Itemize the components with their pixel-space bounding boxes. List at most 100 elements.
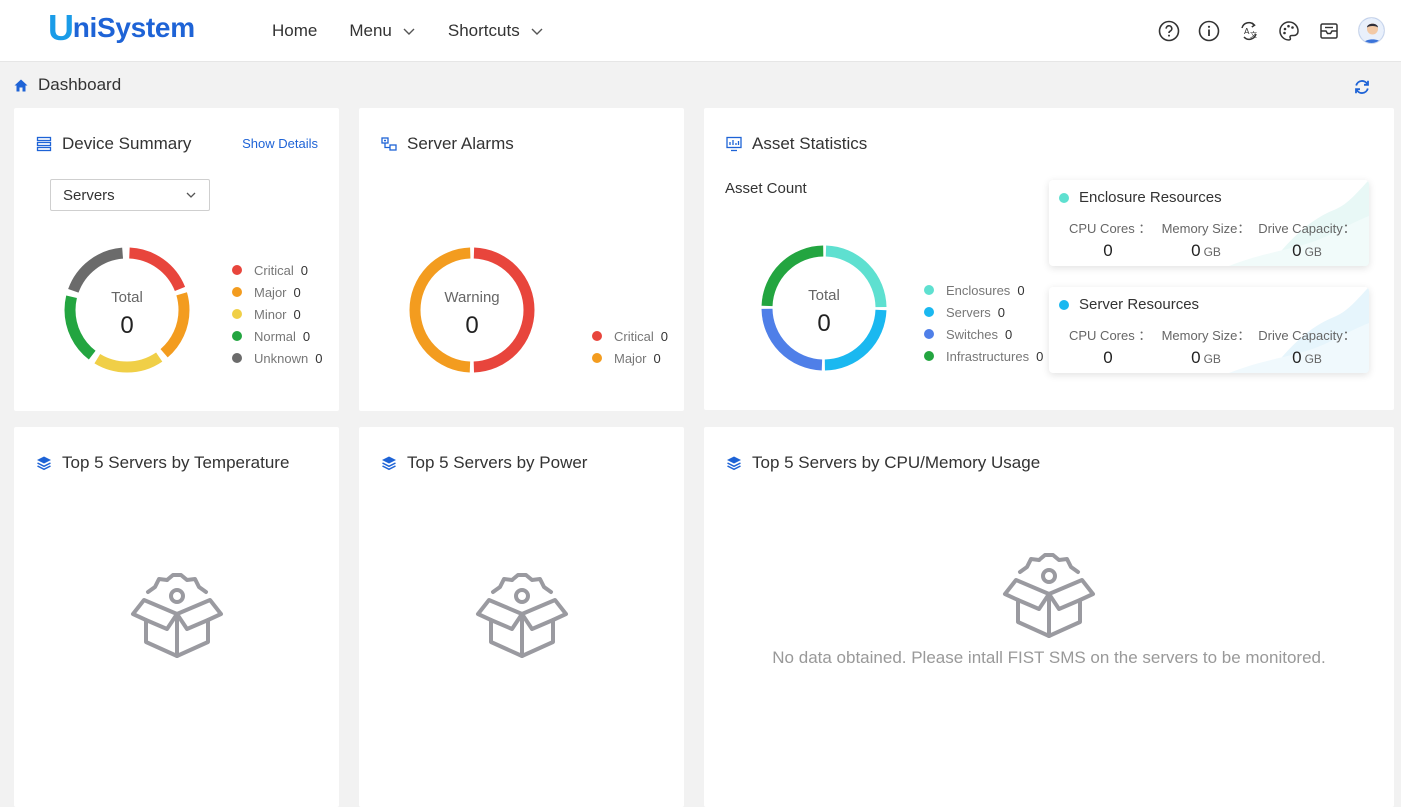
enclosure-memory-size: Memory Size： 0 GB [1161,218,1251,261]
legend-dot [232,353,242,363]
drive-capacity-unit: GB [1304,245,1322,259]
cpu-cores-value: 0 [1103,348,1113,367]
cpu-cores-label: CPU Cores ： [1069,328,1152,343]
legend-value: 0 [315,350,323,366]
home-icon[interactable] [14,79,28,92]
center-value: 0 [465,312,479,339]
server-memory-size: Memory Size： 0 GB [1161,325,1251,368]
legend-name: Unknown [254,350,309,366]
legend-name: Minor [254,306,287,322]
nav-shortcuts-label: Shortcuts [447,21,520,40]
unisystem-logo[interactable]: UniSystem [48,7,195,48]
memory-size-unit: GB [1203,245,1221,259]
drive-capacity-value: 0 [1292,241,1302,260]
legend-dot [924,329,934,339]
empty-box-icon [1003,553,1095,638]
legend-dot [592,331,602,341]
breadcrumb: Dashboard [14,75,121,95]
help-circle-icon[interactable] [1158,20,1180,42]
legend-item[interactable]: Servers 0 [924,301,1043,323]
device-list-icon [36,136,52,152]
asset-count-legend: Enclosures 0 Servers 0 Switches 0 Infrastru… [924,279,1043,367]
palette-icon[interactable] [1278,20,1300,42]
legend-item[interactable]: Critical 0 [232,259,322,281]
legend-value: 0 [997,304,1006,320]
language-switch-icon[interactable]: A文 [1238,20,1260,42]
legend-value: 0 [293,284,301,300]
drive-capacity-unit: GB [1304,352,1322,366]
legend-item[interactable]: Major 0 [592,347,668,369]
top-power-title: Top 5 Servers by Power [381,453,587,473]
legend-dot [232,331,242,341]
legend-name: Servers [946,304,991,320]
enclosure-resources-panel: Enclosure Resources CPU Cores ： 0 Memory… [1049,180,1369,266]
server-resources-panel: Server Resources CPU Cores ： 0 Memory Si… [1049,287,1369,373]
refresh-icon[interactable] [1353,78,1371,96]
memory-size-value: 0 [1191,241,1201,260]
empty-box-icon [476,573,568,658]
legend-item[interactable]: Unknown 0 [232,347,322,369]
server-cpu-cores: CPU Cores ： 0 [1069,325,1152,368]
monitor-chart-icon [726,136,742,152]
legend-item[interactable]: Switches 0 [924,323,1043,345]
device-summary-legend: Critical 0 Major 0 Minor 0 Normal 0 Unknown 0 [232,259,322,369]
device-summary-title-text: Device Summary [62,134,192,153]
legend-item[interactable]: Major 0 [232,281,322,303]
chevron-down-icon [403,28,415,35]
chevron-down-icon [531,28,543,35]
legend-dot [232,309,242,319]
user-avatar[interactable] [1358,17,1385,44]
asset-statistics-title-text: Asset Statistics [752,134,868,153]
drive-capacity-value: 0 [1292,348,1302,367]
layers-icon [382,456,396,471]
legend-item[interactable]: Minor 0 [232,303,322,325]
legend-item[interactable]: Enclosures 0 [924,279,1043,301]
message-box-icon[interactable] [1318,20,1340,42]
legend-value: 0 [660,328,668,344]
asset-statistics-card: Asset Statistics Asset Count Total 0 Enc… [704,108,1394,410]
server-alarms-center: Warning 0 [412,289,532,340]
legend-name: Normal [254,328,296,344]
nav-menu[interactable]: Menu [349,21,416,41]
info-icon[interactable] [1198,20,1220,42]
top-header: UniSystem Home Menu Shortcuts A文 [0,0,1401,62]
center-label: Warning [444,289,500,306]
memory-size-label: Memory Size： [1161,328,1251,343]
legend-dot [232,287,242,297]
show-details-link[interactable]: Show Details [242,136,318,151]
layers-icon [727,456,741,471]
center-value: 0 [817,310,831,337]
center-value: 0 [120,312,134,339]
server-drive-capacity: Drive Capacity： 0 GB [1257,325,1357,368]
enclosure-resources-title: Enclosure Resources [1079,189,1222,206]
memory-size-value: 0 [1191,348,1201,367]
chevron-down-icon [186,192,196,198]
legend-item[interactable]: Infrastructures 0 [924,345,1043,367]
nav-shortcuts[interactable]: Shortcuts [448,21,544,41]
legend-dot [1059,299,1069,310]
server-resources-header: Server Resources [1059,296,1199,313]
legend-dot [1059,192,1069,203]
legend-value: 0 [293,306,301,322]
nav-home-label: Home [272,21,318,40]
legend-value: 0 [302,328,311,344]
legend-item[interactable]: Critical 0 [592,325,668,347]
memory-size-label: Memory Size： [1161,221,1251,236]
alarm-network-icon [381,137,397,151]
device-summary-card: Device Summary Show Details Servers Tota… [14,108,339,411]
nav-menu-label: Menu [349,21,392,40]
device-type-select[interactable]: Servers [50,179,210,211]
legend-value: 0 [1036,348,1044,364]
legend-name: Critical [614,328,654,344]
nav-home[interactable]: Home [272,21,317,41]
top-cpu-memory-title: Top 5 Servers by CPU/Memory Usage [726,453,1040,473]
legend-dot [924,351,934,361]
layers-icon [37,456,51,471]
breadcrumb-dashboard[interactable]: Dashboard [38,75,121,95]
legend-item[interactable]: Normal 0 [232,325,322,347]
drive-capacity-label: Drive Capacity： [1258,221,1356,236]
cpu-cores-label: CPU Cores ： [1069,221,1152,236]
device-summary-center: Total 0 [67,289,187,340]
drive-capacity-label: Drive Capacity： [1258,328,1356,343]
asset-statistics-title: Asset Statistics [726,134,867,154]
